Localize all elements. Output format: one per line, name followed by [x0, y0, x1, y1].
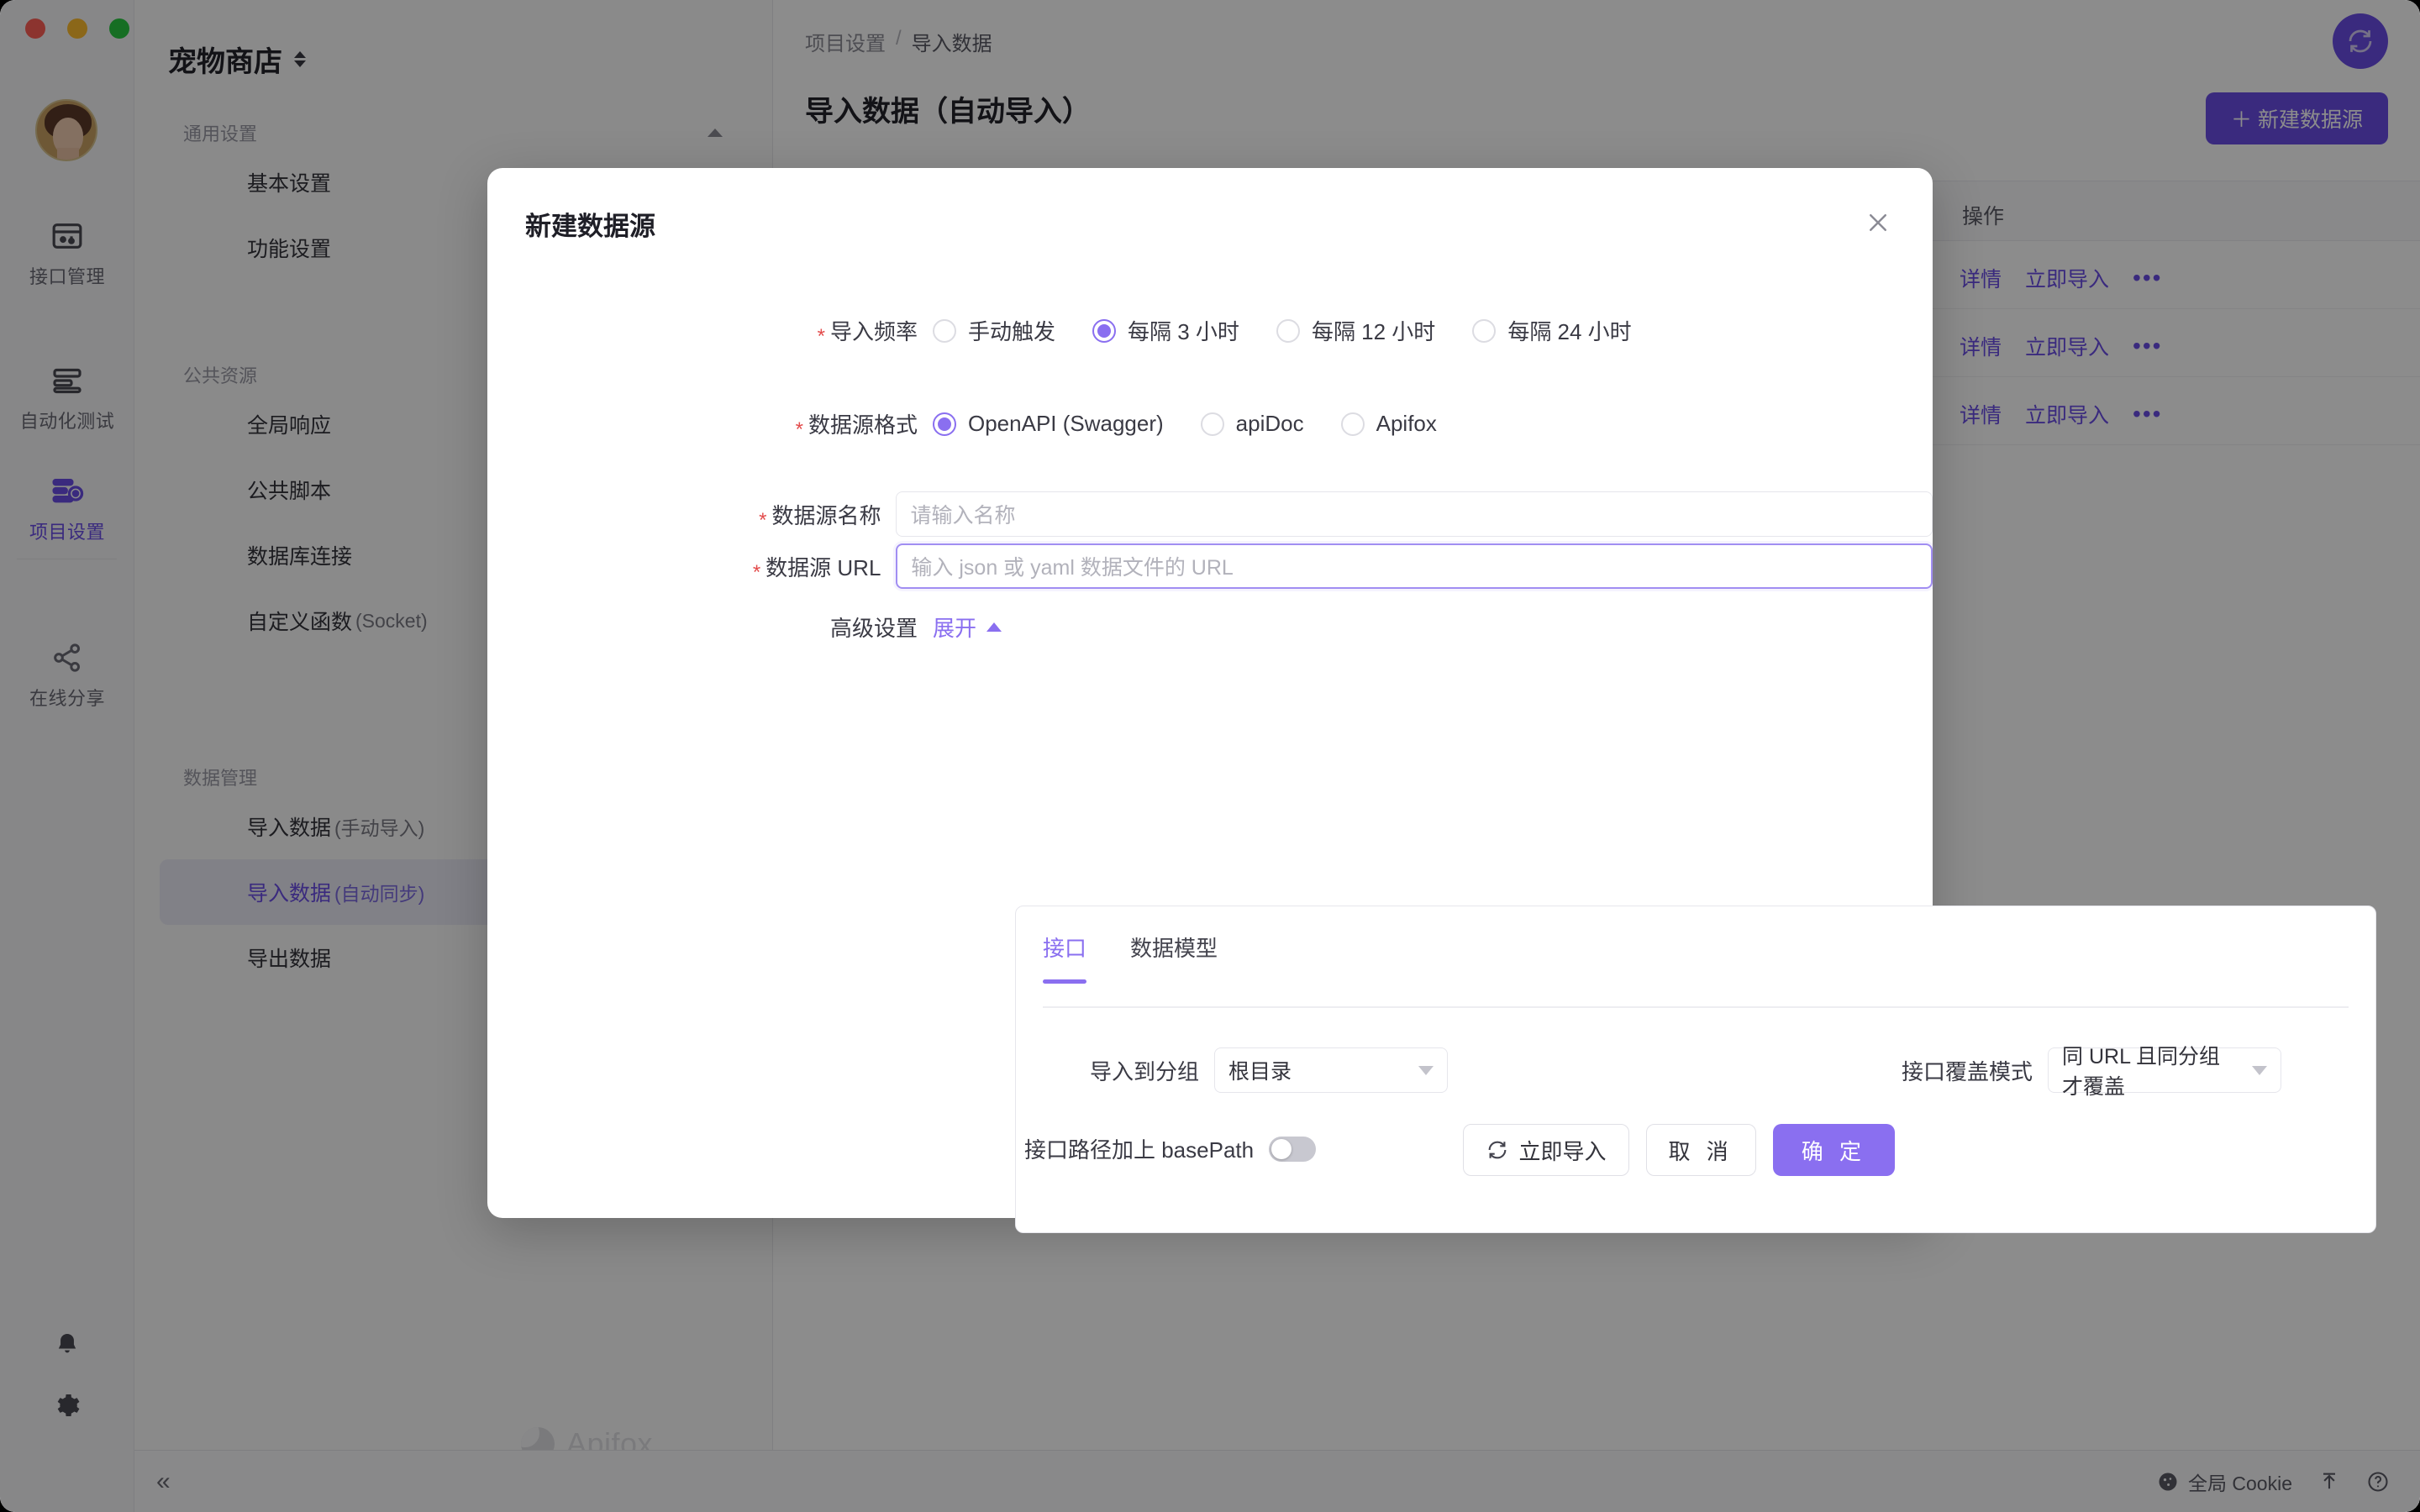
import-now-button[interactable]: 立即导入	[1462, 1124, 1629, 1176]
radio-icon-checked	[933, 412, 956, 436]
import-now-label: 立即导入	[1518, 1138, 1607, 1164]
refresh-icon	[1488, 1141, 1506, 1159]
overwrite-mode-field: 接口覆盖模式 同 URL 且同分组才覆盖	[1902, 1045, 2282, 1099]
advanced-expand-toggle[interactable]: 展开	[933, 612, 1002, 643]
base-path-field: 接口路径加上 basePath	[1024, 1133, 1317, 1164]
required-star: *	[752, 560, 761, 584]
radio-icon-checked	[1092, 318, 1117, 343]
confirm-button[interactable]: 确 定	[1772, 1124, 1895, 1176]
tab-data-model[interactable]: 数据模型	[1130, 932, 1218, 981]
format-option-label: Apifox	[1376, 411, 1437, 436]
form-row-name: * 数据源名称 请输入名称	[487, 491, 1933, 537]
format-option-apidoc[interactable]: apiDoc	[1200, 411, 1304, 437]
datasource-url-input[interactable]: 输入 json 或 yaml 数据文件的 URL	[896, 543, 1933, 589]
format-option-apifox[interactable]: Apifox	[1340, 411, 1437, 437]
name-label: * 数据源名称	[759, 502, 881, 532]
required-star: *	[795, 418, 803, 441]
radio-icon	[933, 318, 956, 343]
import-group-field: 导入到分组 根目录	[1090, 1047, 1449, 1093]
frequency-option-24h[interactable]: 每隔 24 小时	[1472, 315, 1632, 346]
cancel-button[interactable]: 取 消	[1645, 1124, 1756, 1176]
close-icon[interactable]	[1860, 205, 1896, 240]
toggle-knob	[1271, 1138, 1292, 1159]
base-path-toggle[interactable]	[1269, 1136, 1317, 1162]
advanced-settings-panel: 接口 数据模型 导入到分组 根目录 接口覆盖模式 同 URL 且同分组才覆盖 接…	[1015, 906, 2376, 1233]
dialog-title: 新建数据源	[525, 212, 655, 241]
format-option-label: apiDoc	[1235, 411, 1304, 436]
frequency-option-12h[interactable]: 每隔 12 小时	[1276, 315, 1435, 346]
frequency-radio-group: 手动触发 每隔 3 小时 每隔 12 小时 每隔 24 小时	[933, 315, 1669, 346]
tab-interface[interactable]: 接口	[1043, 932, 1087, 984]
tabs-underline	[1043, 1006, 2349, 1008]
format-option-label: OpenAPI (Swagger)	[968, 411, 1164, 436]
format-option-openapi[interactable]: OpenAPI (Swagger)	[933, 411, 1164, 437]
overwrite-mode-value: 同 URL 且同分组才覆盖	[2062, 1045, 2220, 1099]
datasource-name-input[interactable]: 请输入名称	[896, 491, 1933, 537]
import-group-select[interactable]: 根目录	[1214, 1047, 1449, 1093]
radio-icon	[1472, 318, 1497, 343]
app-window: 接口管理 自动化测试 项目设置 在线分享 宠物商店 通用设置 基本设置 功能设置…	[0, 0, 2420, 1512]
radio-icon	[1276, 318, 1300, 343]
advanced-tabs: 接口 数据模型	[1043, 932, 1218, 984]
advanced-toggle-label: 展开	[933, 616, 977, 641]
format-label: * 数据源格式	[795, 412, 918, 441]
radio-icon	[1200, 412, 1224, 436]
overwrite-mode-select[interactable]: 同 URL 且同分组才覆盖	[2048, 1045, 2282, 1099]
chevron-up-icon	[986, 622, 1002, 632]
chevron-down-icon	[1418, 1065, 1434, 1075]
frequency-option-label: 手动触发	[968, 319, 1056, 344]
advanced-label: 高级设置	[829, 616, 918, 641]
datasource-name-placeholder: 请输入名称	[910, 504, 1016, 528]
radio-icon	[1340, 412, 1365, 436]
required-star: *	[817, 325, 825, 348]
base-path-label: 接口路径加上 basePath	[1024, 1137, 1255, 1163]
datasource-url-placeholder: 输入 json 或 yaml 数据文件的 URL	[911, 556, 1234, 580]
form-row-url: * 数据源 URL 输入 json 或 yaml 数据文件的 URL	[487, 543, 1933, 589]
import-group-label: 导入到分组	[1090, 1058, 1200, 1084]
frequency-option-label: 每隔 12 小时	[1311, 319, 1436, 344]
frequency-label: * 导入频率	[817, 319, 918, 348]
required-star: *	[759, 508, 767, 532]
form-row-advanced: 高级设置 展开	[487, 612, 1933, 643]
new-datasource-dialog: 新建数据源 * 导入频率 手动触发 每隔 3 小时 每隔 12 小时 每隔 24…	[487, 168, 2376, 1233]
frequency-option-label: 每隔 24 小时	[1507, 319, 1632, 344]
format-radio-group: OpenAPI (Swagger) apiDoc Apifox	[933, 411, 1474, 437]
import-group-value: 根目录	[1228, 1060, 1292, 1084]
frequency-option-label: 每隔 3 小时	[1128, 319, 1239, 344]
frequency-option-3h[interactable]: 每隔 3 小时	[1092, 315, 1239, 346]
dialog-footer: 立即导入 取 消 确 定	[1462, 1124, 1895, 1176]
chevron-down-icon	[2252, 1065, 2268, 1075]
url-label: * 数据源 URL	[752, 554, 881, 584]
form-row-frequency: * 导入频率 手动触发 每隔 3 小时 每隔 12 小时 每隔 24 小时	[487, 315, 1933, 348]
frequency-option-manual[interactable]: 手动触发	[933, 315, 1055, 346]
overwrite-mode-label: 接口覆盖模式	[1902, 1058, 2033, 1084]
form-row-format: * 数据源格式 OpenAPI (Swagger) apiDoc Apifox	[487, 408, 1933, 441]
